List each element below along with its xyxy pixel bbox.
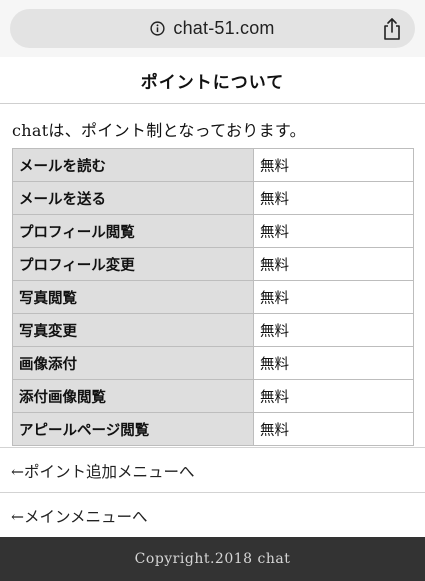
table-row: プロフィール変更 無料 (12, 247, 414, 281)
copyright-text: Copyright.2018 chat (134, 551, 291, 567)
row-label: 写真変更 (12, 313, 254, 347)
row-value: 無料 (253, 247, 414, 281)
row-label: メールを読む (12, 148, 254, 182)
url-text: chat-51.com (173, 18, 275, 38)
row-value: 無料 (253, 214, 414, 248)
table-row: 写真閲覧 無料 (12, 280, 414, 314)
row-label: プロフィール閲覧 (12, 214, 254, 248)
page-title: ポイントについて (140, 72, 285, 93)
add-points-menu-link[interactable]: ←ポイント追加メニューへ (0, 447, 425, 493)
row-value: 無料 (253, 280, 414, 314)
table-row: メールを送る 無料 (12, 181, 414, 215)
row-label: 写真閲覧 (12, 280, 254, 314)
main-menu-link[interactable]: ←メインメニューへ (0, 492, 425, 538)
intro-text: chatは、ポイント制となっております。 (12, 121, 306, 140)
row-value: 無料 (253, 379, 414, 413)
row-label: メールを送る (12, 181, 254, 215)
row-value: 無料 (253, 148, 414, 182)
table-row: 添付画像閲覧 無料 (12, 379, 414, 413)
address-bar[interactable]: chat-51.com (10, 9, 415, 48)
address-bar-content: chat-51.com (10, 9, 415, 48)
row-value: 無料 (253, 346, 414, 380)
browser-bar: chat-51.com (0, 0, 425, 57)
table-row: プロフィール閲覧 無料 (12, 214, 414, 248)
row-label: 画像添付 (12, 346, 254, 380)
row-label: 添付画像閲覧 (12, 379, 254, 413)
footer: Copyright.2018 chat (0, 537, 425, 581)
table-row: メールを読む 無料 (12, 148, 414, 182)
row-value: 無料 (253, 412, 414, 446)
row-label: アピールページ閲覧 (12, 412, 254, 446)
table-row: アピールページ閲覧 無料 (12, 412, 414, 446)
table-row: 画像添付 無料 (12, 346, 414, 380)
info-icon[interactable] (150, 21, 165, 36)
page-header: ポイントについて (0, 57, 425, 104)
row-label: プロフィール変更 (12, 247, 254, 281)
row-value: 無料 (253, 181, 414, 215)
points-table: メールを読む 無料 メールを送る 無料 プロフィール閲覧 無料 プロフィール変更… (12, 148, 414, 446)
row-value: 無料 (253, 313, 414, 347)
table-row: 写真変更 無料 (12, 313, 414, 347)
share-icon[interactable] (381, 17, 403, 41)
